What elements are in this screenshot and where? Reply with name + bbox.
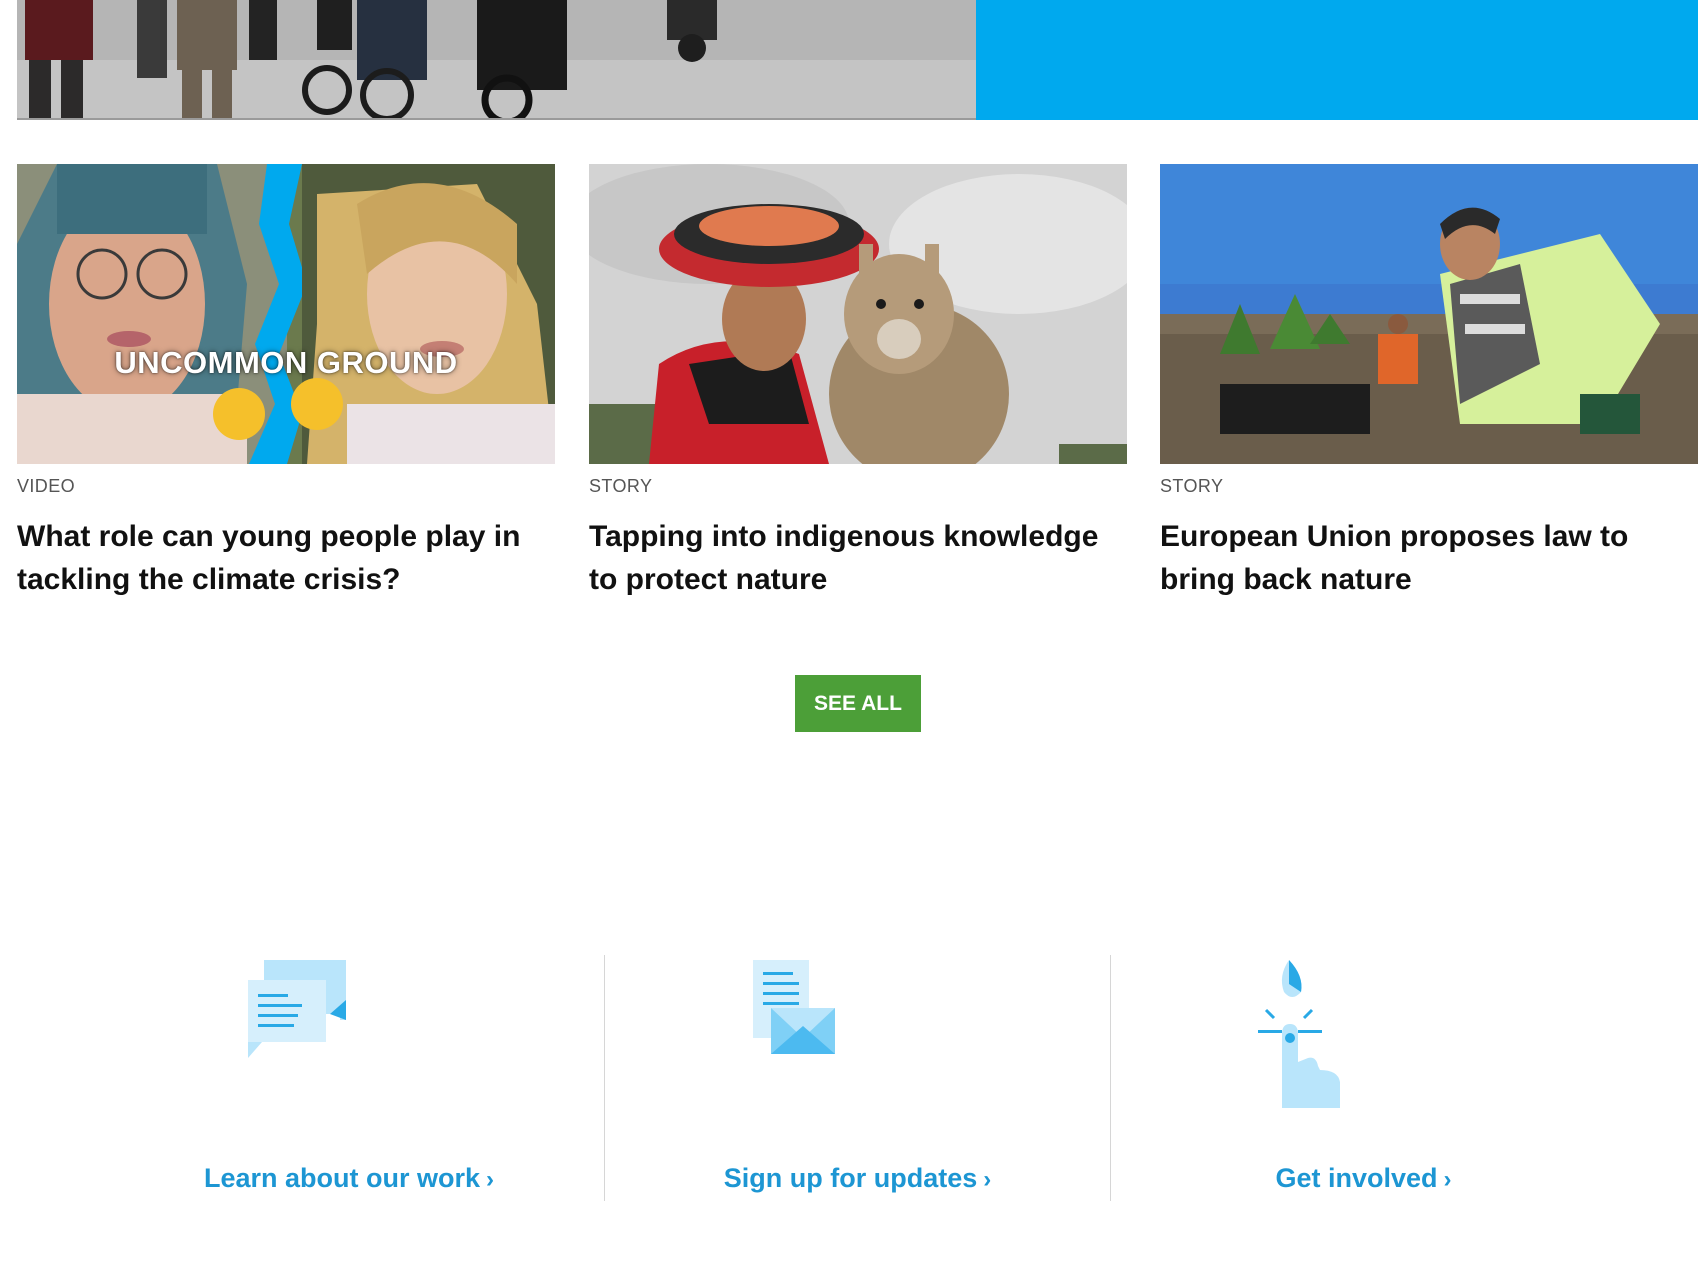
hero-blue-panel[interactable] (976, 0, 1698, 120)
tree-planting-photo[interactable] (1160, 164, 1698, 464)
learn-about-work-link[interactable]: Learn about our work › (96, 1163, 602, 1194)
card-title-link[interactable]: European Union proposes law to bring bac… (1160, 515, 1690, 601)
thumbnail-overlay-text: UNCOMMON GROUND (114, 345, 458, 380)
action-sign-up-updates: Sign up for updates › (604, 955, 1110, 1201)
see-all-button[interactable]: SEE ALL (795, 675, 921, 732)
card-title-link[interactable]: Tapping into indigenous knowledge to pro… (589, 515, 1119, 601)
hero-banner[interactable] (17, 0, 1698, 120)
child-with-llama-photo[interactable] (589, 164, 1127, 464)
story-cards: UNCOMMON GROUND VIDEO What role can youn… (17, 164, 1698, 604)
get-involved-link[interactable]: Get involved › (1111, 1163, 1616, 1194)
card-title-link[interactable]: What role can young people play in tackl… (17, 515, 547, 601)
action-get-involved: Get involved › (1110, 955, 1616, 1201)
story-card[interactable]: STORY European Union proposes law to bri… (1160, 164, 1698, 601)
chevron-right-icon: › (1443, 1166, 1452, 1193)
card-type-label: STORY (589, 476, 653, 496)
call-to-action-row: Learn about our work › Sign up for update… (0, 955, 1698, 1205)
page: UNCOMMON GROUND VIDEO What role can youn… (0, 0, 1698, 1262)
learn-about-work-label: Learn about our work (203, 1163, 481, 1193)
get-involved-label: Get involved (1275, 1163, 1438, 1193)
newsletter-envelope-icon (751, 958, 861, 1108)
card-type-label: VIDEO (17, 476, 76, 496)
hero-photo-cyclists[interactable] (17, 0, 976, 120)
sign-up-updates-link[interactable]: Sign up for updates › (605, 1163, 1110, 1194)
sign-up-updates-label: Sign up for updates (723, 1163, 978, 1193)
action-learn-about-work: Learn about our work › (96, 955, 602, 1201)
story-card[interactable]: UNCOMMON GROUND VIDEO What role can youn… (17, 164, 555, 601)
chat-bubbles-icon (246, 958, 356, 1108)
chevron-right-icon: › (983, 1166, 992, 1193)
story-card[interactable]: STORY Tapping into indigenous knowledge … (589, 164, 1127, 601)
card-type-label: STORY (1160, 476, 1224, 496)
tap-hand-leaf-icon (1256, 958, 1366, 1110)
video-thumbnail[interactable]: UNCOMMON GROUND (17, 164, 555, 464)
chevron-right-icon: › (486, 1166, 495, 1193)
